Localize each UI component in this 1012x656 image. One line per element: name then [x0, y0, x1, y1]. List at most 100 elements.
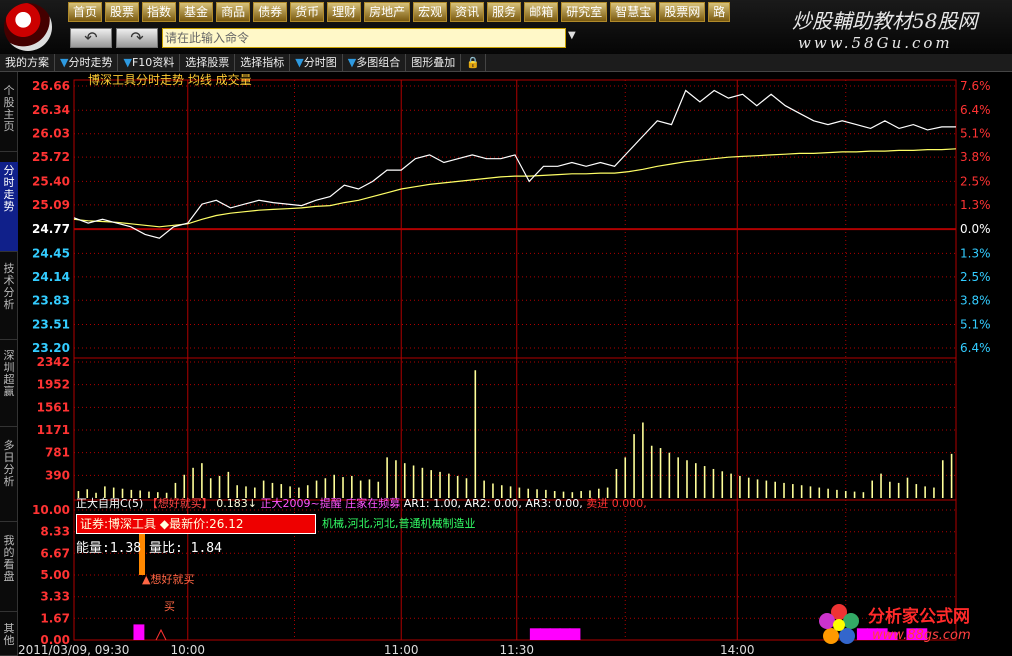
toolbar-item[interactable]: ▼分时走势	[55, 54, 119, 71]
price-tick: 26.03	[32, 127, 70, 141]
pct-tick: 6.4%	[960, 341, 991, 355]
indicator-label: 正大2009~提醒	[257, 496, 342, 510]
menu-item[interactable]: 理财	[327, 2, 362, 22]
menu-item[interactable]: 债券	[253, 2, 288, 22]
pct-tick: 2.5%	[960, 270, 991, 284]
side-tab[interactable]: 其他	[0, 620, 18, 656]
toolbar-item[interactable]: 我的方案	[0, 54, 55, 71]
watermark-url: www.88gs.com	[872, 628, 971, 643]
side-tab[interactable]: 分时走势	[0, 162, 18, 252]
top-bar: 首页 股票 指数 基金 商品 债券 货币 理财 房地产 宏观 资讯 服务 邮箱 研究室 智慧宝 股票网路 ↶ …	[0, 0, 1012, 54]
menu-item[interactable]: 指数	[142, 2, 177, 22]
indicator-bar	[569, 628, 581, 640]
toolbar-label: 选择指标	[240, 56, 285, 69]
toolbar-item[interactable]: ▼分时图	[290, 54, 343, 71]
toolbar-label: 图形叠加	[411, 56, 456, 69]
time-tick: 11:30	[499, 643, 534, 656]
toolbar-item[interactable]: ▼多图组合	[343, 54, 407, 71]
side-tabs: 个股主页分时走势技术分析深圳超赢多日分析我的看盘其他	[0, 72, 18, 656]
toolbar-label: 分时图	[303, 56, 337, 69]
indicator-tick: 0.00	[40, 633, 70, 647]
toolbar-label: F10资料	[131, 56, 175, 69]
indicator-bar	[559, 628, 571, 640]
menu-item[interactable]: 宏观	[413, 2, 448, 22]
dropdown-icon: ▼	[347, 56, 357, 69]
flower-logo-icon	[819, 604, 859, 644]
back-button[interactable]: ↶	[70, 28, 112, 48]
price-tick: 23.83	[32, 293, 70, 307]
price-tick: 25.40	[32, 174, 70, 188]
indicator-label: AR2: 0.00,	[461, 497, 522, 510]
volume-tick: 781	[45, 446, 70, 460]
indicator-header: 正大自用C(5) 【想好就买】 0.183↓ 正大2009~提醒 庄家在频募 A…	[76, 496, 647, 510]
watermark-name: 分析家公式网	[868, 607, 970, 627]
indicator-tick: 3.33	[40, 590, 70, 604]
intraday-chart: 26.66 7.6% 26.34 6.4% 26.03 5.1% 25.72 3.8% 25.4…	[18, 72, 991, 656]
arrow-left-icon: ↶	[84, 28, 98, 47]
menu-item[interactable]: 邮箱	[524, 2, 559, 22]
date-label: 2011/03/09, 09:30	[18, 643, 129, 656]
pct-tick: 3.8%	[960, 150, 991, 164]
indicator-tick: 10.00	[32, 503, 70, 517]
time-tick: 11:00	[384, 643, 419, 656]
indicator-label: 正大自用C(5)	[76, 496, 143, 510]
menu-item[interactable]: 货币	[290, 2, 325, 22]
average-line	[73, 148, 957, 228]
side-tab[interactable]: 多日分析	[0, 437, 18, 522]
menu-item[interactable]: 智慧宝	[610, 2, 657, 22]
arrow-right-icon: ↷	[130, 28, 144, 47]
indicator-label: 庄家在频募	[342, 496, 401, 510]
menu-item[interactable]: 股票	[105, 2, 140, 22]
side-tab[interactable]: 技术分析	[0, 260, 18, 340]
command-input[interactable]: 请在此输入命令	[162, 28, 566, 48]
menu-item[interactable]: 研究室	[561, 2, 608, 22]
menu-item[interactable]: 首页	[68, 2, 103, 22]
pct-tick: 7.6%	[960, 79, 991, 93]
buy-mark: 买	[164, 600, 175, 613]
industry-text: 机械,河北,河北,普通机械制造业	[322, 517, 476, 530]
indicator-label: AR3: 0.00,	[522, 497, 583, 510]
indicator-bar	[549, 628, 561, 640]
side-tab[interactable]: 个股主页	[0, 82, 18, 152]
main-menu: 首页 股票 指数 基金 商品 债券 货币 理财 房地产 宏观 资讯 服务 邮箱 研究室 智慧宝 股票网路	[68, 2, 731, 22]
lock-icon[interactable]: 🔒	[461, 54, 486, 71]
toolbar-item[interactable]: ▼F10资料	[118, 54, 181, 71]
side-tab[interactable]: 我的看盘	[0, 532, 18, 612]
pct-tick: 1.3%	[960, 246, 991, 260]
indicator-tick: 6.67	[40, 546, 70, 560]
volume-tick: 390	[45, 468, 70, 482]
dropdown-arrow-icon[interactable]: ▼	[568, 30, 576, 41]
price-tick: 23.51	[32, 318, 70, 332]
toolbar-item[interactable]: 选择指标	[235, 54, 291, 71]
time-tick: 14:00	[720, 643, 755, 656]
toolbar-item[interactable]: 选择股票	[180, 54, 236, 71]
indicator-bar	[133, 624, 145, 640]
dropdown-icon: ▼	[295, 56, 304, 69]
price-tick: 24.14	[32, 270, 70, 284]
menu-item[interactable]: 股票网	[659, 2, 706, 22]
indicator-tick: 8.33	[40, 525, 70, 539]
indicator-label: AR1: 1.00,	[400, 497, 461, 510]
forward-button[interactable]: ↷	[116, 28, 158, 48]
stock-label: 证券:博深工具	[80, 517, 157, 531]
menu-item[interactable]: 基金	[179, 2, 214, 22]
pct-tick: 5.1%	[960, 318, 991, 332]
menu-item[interactable]: 路	[708, 2, 731, 22]
indicator-bar	[529, 628, 541, 640]
stock-info-box: 证券:博深工具 ◆最新价:26.12	[76, 514, 316, 534]
price-tick: 26.34	[32, 103, 70, 117]
menu-item[interactable]: 商品	[216, 2, 251, 22]
app-logo[interactable]	[4, 3, 52, 51]
toolbar-item[interactable]: 图形叠加	[406, 54, 462, 71]
menu-item[interactable]: 服务	[487, 2, 522, 22]
chart-area: 26.66 7.6% 26.34 6.4% 26.03 5.1% 25.72 3.8% 25.4…	[18, 72, 1012, 656]
menu-item[interactable]: 房地产	[364, 2, 411, 22]
menu-item[interactable]: 资讯	[450, 2, 485, 22]
toolbar-label: 分时走势	[68, 56, 113, 69]
chart-frame	[73, 79, 957, 641]
price-tick: 24.77	[32, 222, 70, 236]
side-tab[interactable]: 深圳超赢	[0, 347, 18, 427]
pct-tick: 5.1%	[960, 127, 991, 141]
brand-title: 炒股輔助教材58股网	[792, 9, 978, 33]
pct-tick: 1.3%	[960, 198, 991, 212]
